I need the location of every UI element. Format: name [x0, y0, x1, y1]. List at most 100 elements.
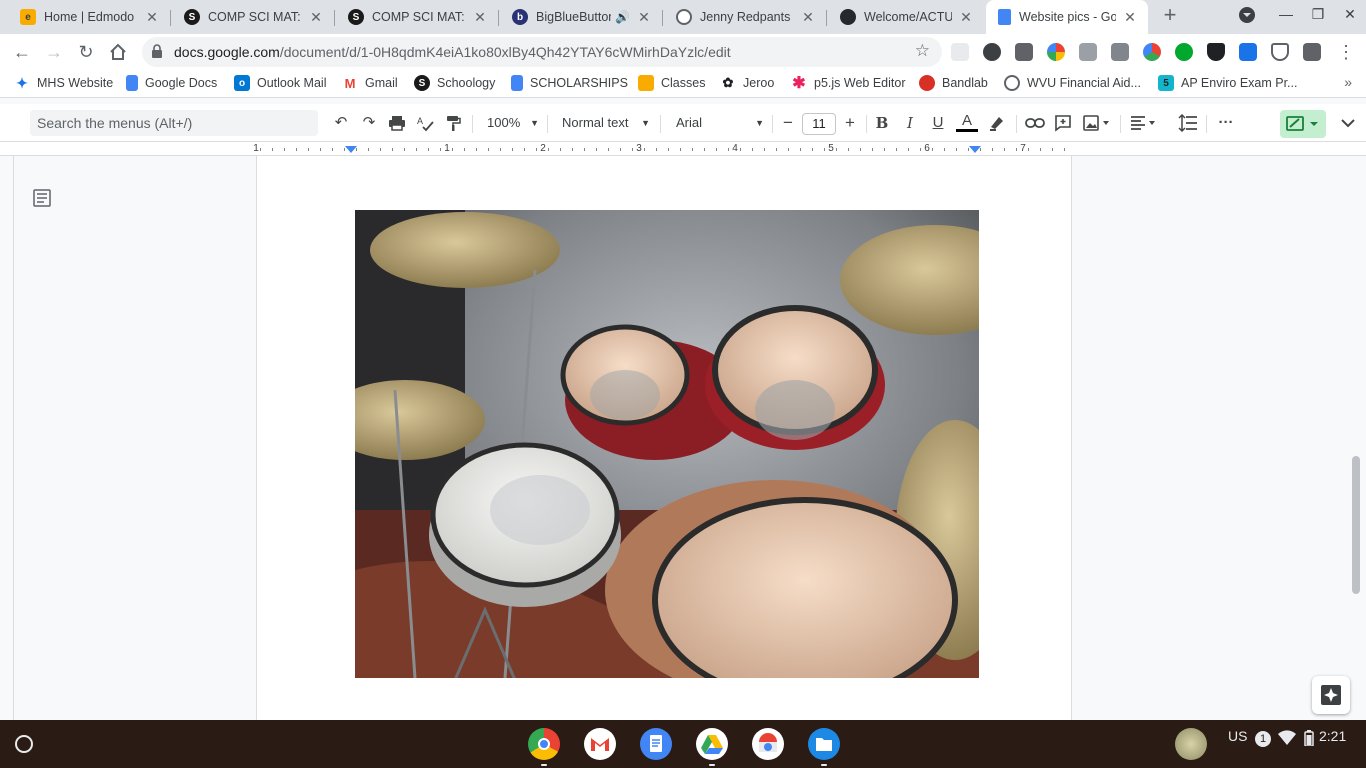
bookmark-jeroo[interactable]: ✿ Jeroo [720, 75, 775, 91]
close-icon[interactable]: ✕ [1122, 9, 1138, 26]
bold-icon[interactable]: B [872, 112, 892, 134]
chrome-app-icon[interactable] [528, 728, 560, 760]
shield-outline-icon[interactable] [1271, 43, 1289, 61]
files-app-icon[interactable] [808, 728, 840, 760]
address-bar[interactable]: docs.google.com/document/d/1-0H8qdmK4eiA… [142, 37, 942, 67]
spellcheck-icon[interactable]: A [414, 112, 436, 134]
bookmark-classes[interactable]: Classes [638, 75, 705, 91]
zoom-select[interactable]: 100% ▼ [487, 112, 539, 134]
web-store-app-icon[interactable] [752, 728, 784, 760]
close-icon[interactable]: ✕ [308, 9, 324, 26]
add-comment-icon[interactable] [1052, 112, 1074, 134]
tab-github-welcome[interactable]: Welcome/ACTUAL ✕ [828, 2, 984, 32]
docs-app-icon[interactable] [640, 728, 672, 760]
italic-icon[interactable]: I [900, 112, 920, 134]
clock[interactable]: 2:21 [1319, 728, 1346, 744]
tab-search-icon[interactable] [1237, 6, 1257, 27]
tab-jenny-redpants[interactable]: Jenny Redpants ✕ [664, 2, 827, 32]
redo-icon[interactable]: ↷ [358, 112, 380, 134]
close-icon[interactable]: ✕ [636, 9, 652, 26]
pie-extension-icon[interactable] [1143, 43, 1161, 61]
rocket-extension-icon[interactable] [983, 43, 1001, 61]
mote-icon[interactable] [1239, 43, 1257, 61]
close-icon[interactable]: ✕ [800, 9, 816, 26]
extensions-icon[interactable] [1303, 43, 1321, 61]
paragraph-style-select[interactable]: Normal text ▼ [562, 112, 650, 134]
evernote-icon[interactable] [1175, 43, 1193, 61]
gmail-app-icon[interactable] [584, 728, 616, 760]
chrome-extension-icon[interactable] [1047, 43, 1065, 61]
drum-kit-photo[interactable] [355, 210, 979, 678]
font-select[interactable]: Arial ▼ [676, 112, 764, 134]
pdf-extension-icon[interactable] [1015, 43, 1033, 61]
document-page[interactable] [256, 156, 1072, 720]
undo-icon[interactable]: ↶ [330, 112, 352, 134]
launcher-icon[interactable] [10, 730, 38, 758]
lock-icon[interactable] [152, 44, 162, 58]
home-icon[interactable] [106, 40, 130, 64]
tab-comp-sci-1[interactable]: S COMP SCI MAT: Pr ✕ [172, 2, 335, 32]
decrease-font-size-button[interactable]: − [778, 112, 798, 134]
close-icon[interactable]: ✕ [472, 9, 488, 26]
paint-format-icon[interactable] [442, 112, 464, 134]
notification-badge[interactable]: 1 [1255, 731, 1271, 747]
wifi-icon[interactable] [1278, 730, 1296, 749]
new-tab-button[interactable]: + [1158, 4, 1182, 28]
user-avatar[interactable] [1175, 728, 1207, 760]
font-size-input[interactable]: 11 [802, 113, 836, 135]
vertical-scrollbar[interactable] [1352, 456, 1360, 594]
bookmark-p5js[interactable]: ✱ p5.js Web Editor [791, 75, 905, 92]
tab-bigbluebutton[interactable]: b BigBlueButton 🔊 ✕ [500, 2, 663, 32]
bookmark-schoology[interactable]: S Schoology [414, 75, 495, 91]
increase-font-size-button[interactable]: + [840, 112, 860, 134]
forward-icon[interactable]: → [42, 40, 66, 64]
editing-mode-button[interactable] [1280, 110, 1326, 138]
align-icon[interactable] [1128, 112, 1160, 134]
puzzle-extension-icon[interactable] [1079, 43, 1097, 61]
bookmark-outlook-mail[interactable]: o Outlook Mail [234, 75, 326, 91]
bookmark-google-docs[interactable]: Google Docs [126, 75, 217, 91]
back-icon[interactable]: ← [10, 40, 34, 64]
more-options-icon[interactable]: ··· [1214, 112, 1238, 134]
bookmark-wvu-financial-aid[interactable]: WVU Financial Aid... [1004, 75, 1141, 91]
more-vert-icon[interactable]: ⋮ [1334, 40, 1358, 64]
schoology-icon: S [348, 9, 364, 25]
minimize-icon[interactable]: — [1276, 6, 1296, 22]
bookmark-mhs-website[interactable]: ✦ MHS Website [14, 75, 113, 91]
link-icon[interactable] [1024, 112, 1046, 134]
insert-image-icon[interactable] [1080, 112, 1112, 134]
restore-icon[interactable]: ❐ [1308, 6, 1328, 23]
ruler-tick [620, 148, 621, 151]
bookmark-bandlab[interactable]: Bandlab [919, 75, 988, 91]
tab-edmodo[interactable]: e Home | Edmodo ✕ [8, 2, 171, 32]
copy-extension-icon[interactable] [1111, 43, 1129, 61]
close-window-icon[interactable]: ✕ [1340, 6, 1360, 23]
document-outline-icon[interactable] [30, 186, 54, 210]
bookmark-star-icon[interactable]: ☆ [915, 41, 930, 61]
highlight-icon[interactable] [986, 112, 1008, 134]
close-icon[interactable]: ✕ [958, 9, 974, 26]
bookmark-scholarships[interactable]: SCHOLARSHIPS [511, 75, 628, 91]
ruler-tick [368, 148, 369, 151]
drive-app-icon[interactable] [696, 728, 728, 760]
tab-website-pics[interactable]: Website pics - Goo ✕ [986, 0, 1148, 34]
ruler-tick [668, 148, 669, 151]
explore-button[interactable] [1312, 676, 1350, 714]
input-method-label[interactable]: US [1228, 728, 1247, 744]
tab-comp-sci-2[interactable]: S COMP SCI MAT: Pr ✕ [336, 2, 499, 32]
reload-icon[interactable]: ↻ [74, 40, 98, 64]
battery-icon[interactable] [1304, 730, 1314, 749]
bookmark-ap-enviro[interactable]: 5 AP Enviro Exam Pr... [1158, 75, 1297, 91]
search-menus-input[interactable]: Search the menus (Alt+/) [30, 110, 318, 136]
print-icon[interactable] [386, 112, 408, 134]
more-bookmarks-icon[interactable]: » [1344, 74, 1352, 90]
collapse-menus-icon[interactable] [1338, 112, 1358, 134]
shield-icon[interactable] [1207, 43, 1225, 61]
cloud-extension-icon[interactable] [951, 43, 969, 61]
bookmark-gmail[interactable]: M Gmail [342, 75, 398, 91]
underline-icon[interactable]: U [928, 112, 948, 134]
text-color-icon[interactable]: A [956, 112, 978, 134]
speaker-icon[interactable]: 🔊 [615, 10, 630, 24]
close-icon[interactable]: ✕ [144, 9, 160, 26]
line-spacing-icon[interactable] [1176, 112, 1200, 134]
